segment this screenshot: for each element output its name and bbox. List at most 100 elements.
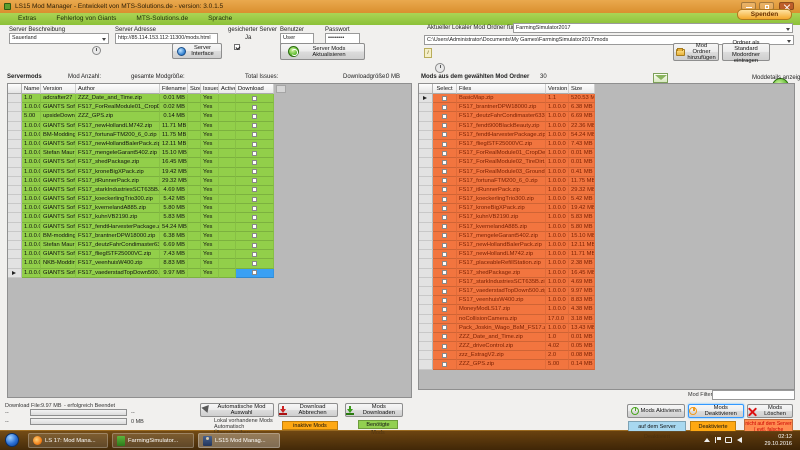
server-interface-button[interactable]: Server Interface: [172, 43, 222, 59]
select-checkbox[interactable]: [442, 114, 447, 119]
table-row[interactable]: FS17_fortunaFTM200_6_0.zip1.0.0.011.75 M…: [419, 177, 794, 186]
download-checkbox[interactable]: [252, 206, 257, 211]
table-row[interactable]: FS17_placeableRefillStation.zip1.0.0.02.…: [419, 259, 794, 268]
secured-server-checkbox[interactable]: [234, 44, 240, 50]
column-header[interactable]: Issues: [201, 84, 219, 94]
taskbar-item-game[interactable]: FarmingSimulator...: [112, 433, 194, 448]
table-row[interactable]: 1.0adcrafter27ZZZ_Date_and_Time.zip0.01 …: [8, 94, 411, 103]
table-row[interactable]: FS17_deutzFahrCondimaster6331.zip1.0.0.0…: [419, 112, 794, 121]
table-row[interactable]: 1.0.0.0GIANTS SoftwareFS17_kvernelandA88…: [8, 204, 411, 213]
delete-mods-button[interactable]: Mods Löschen: [747, 404, 793, 418]
deactivate-mods-button[interactable]: Mods Deaktivieren: [688, 404, 744, 418]
tray-expand-icon[interactable]: [704, 438, 710, 442]
table-row[interactable]: 1.0.0.0GIANTS SoftwareFS17_koeckerlingTr…: [8, 195, 411, 204]
select-checkbox[interactable]: [442, 325, 447, 330]
table-row[interactable]: 1.0.0.0GIANTS SoftwareFS17_fendtHarveste…: [8, 223, 411, 232]
column-header[interactable]: Select: [433, 84, 457, 94]
table-row[interactable]: FS17_kvernelandA885.zip1.0.0.05.80 MB: [419, 223, 794, 232]
game-select[interactable]: FarmingSimulator2017: [513, 23, 793, 33]
select-checkbox[interactable]: [442, 233, 447, 238]
download-checkbox[interactable]: [252, 261, 257, 266]
select-checkbox[interactable]: [442, 252, 447, 257]
table-row[interactable]: FS17_ForRealModule02_TireDirt.zip1.0.0.0…: [419, 158, 794, 167]
table-row[interactable]: 5.00upsideDownZZZ_GPS.zip0.14 MBYes: [8, 112, 411, 121]
start-button[interactable]: [5, 433, 19, 447]
table-row[interactable]: 1.0.0.0GIANTS SoftwareFS17_itRunnerPack.…: [8, 177, 411, 186]
table-row[interactable]: 1.0.0.0GIANTS SoftwareFS17_newHollandBal…: [8, 140, 411, 149]
table-row[interactable]: FS17_veenhuisW400.zip1.0.0.08.83 MB: [419, 296, 794, 305]
table-row[interactable]: FS17_newHollandLM742.zip1.0.0.011.71 MB: [419, 250, 794, 259]
select-checkbox[interactable]: [442, 224, 447, 229]
download-checkbox[interactable]: [252, 224, 257, 229]
table-row[interactable]: MoneyModLS17.zip1.0.0.04.38 MB: [419, 305, 794, 314]
download-checkbox[interactable]: [252, 123, 257, 128]
table-row[interactable]: zzz_EstragV2.zip2.00.08 MB: [419, 351, 794, 360]
update-server-mods-button[interactable]: Server Mods Aktualisieren: [280, 43, 365, 60]
cancel-download-button[interactable]: Download Abbrechen: [278, 403, 338, 417]
table-row[interactable]: Pack_Joskin_Wago_BsM_FS17.zip1.0.0.013.4…: [419, 324, 794, 333]
table-row[interactable]: FS17_shedPackage.zip1.0.0.016.45 MB: [419, 269, 794, 278]
table-row[interactable]: FS17_vaederstadTopDown500.zip1.0.0.09.97…: [419, 287, 794, 296]
download-checkbox[interactable]: [252, 114, 257, 119]
table-row[interactable]: ZZZ_Date_and_Time.zip1.00.01 MB: [419, 333, 794, 342]
select-checkbox[interactable]: [442, 307, 447, 312]
column-header[interactable]: Files: [457, 84, 546, 94]
select-checkbox[interactable]: [442, 206, 447, 211]
table-row[interactable]: 1.0.0.0Stefan MaurusFS17_mengeleGarant54…: [8, 149, 411, 158]
menu-item-sprache[interactable]: Sprache: [208, 13, 232, 25]
select-checkbox[interactable]: [442, 169, 447, 174]
select-checkbox[interactable]: [442, 105, 447, 110]
table-row[interactable]: 1.0.0.0GIANTS SoftwareFS17_kuhnVB2190.zi…: [8, 213, 411, 222]
mod-filter-input[interactable]: [712, 390, 795, 400]
select-checkbox[interactable]: [442, 261, 447, 266]
column-header[interactable]: Size: [188, 84, 201, 94]
column-header[interactable]: Download: [236, 84, 274, 94]
table-row[interactable]: FS17_kroneBigXPack.zip1.0.0.019.42 MB: [419, 204, 794, 213]
download-checkbox[interactable]: [252, 178, 257, 183]
column-header[interactable]: Filename: [160, 84, 188, 94]
select-checkbox[interactable]: [442, 197, 447, 202]
taskbar-clock[interactable]: 02:12 29.10.2016: [764, 434, 792, 448]
download-checkbox[interactable]: [252, 252, 257, 257]
table-row[interactable]: FS17_fendtHarvesterPackage.zip1.0.0.054.…: [419, 131, 794, 140]
table-row[interactable]: FS17_starkIndustriesSCT635B.zip1.0.0.04.…: [419, 278, 794, 287]
menu-item-mts[interactable]: MTS-Solutions.de: [136, 13, 188, 25]
set-default-folder-button[interactable]: Ordner als Standard Modordner eintragen: [722, 43, 770, 61]
table-row[interactable]: 1.0.0.0GIANTS SoftwareFS17_vaederstadTop…: [8, 269, 411, 278]
select-checkbox[interactable]: [442, 334, 447, 339]
select-checkbox[interactable]: [442, 123, 447, 128]
select-checkbox[interactable]: [442, 178, 447, 183]
table-row[interactable]: FS17_koeckerlingTrio300.zip1.0.0.05.42 M…: [419, 195, 794, 204]
column-header[interactable]: Active: [219, 84, 236, 94]
column-header[interactable]: Author: [76, 84, 160, 94]
table-row[interactable]: FS17_ForRealModule03_GroundResponse.zip1…: [419, 168, 794, 177]
table-row[interactable]: 1.0.0.0BM-ModdingFS17_fortunaFTM200_6_0.…: [8, 131, 411, 140]
select-checkbox[interactable]: [442, 160, 447, 165]
menu-item-fehlerlog[interactable]: Fehlerlog von Giants: [56, 13, 116, 25]
select-checkbox[interactable]: [442, 243, 447, 248]
column-header[interactable]: Version: [546, 84, 569, 94]
select-checkbox[interactable]: [442, 215, 447, 220]
download-checkbox[interactable]: [252, 197, 257, 202]
select-checkbox[interactable]: [442, 142, 447, 147]
select-checkbox[interactable]: [442, 344, 447, 349]
download-checkbox[interactable]: [252, 142, 257, 147]
table-row[interactable]: 1.0.0.0GIANTS SoftwareFS17_kroneBigXPack…: [8, 168, 411, 177]
download-checkbox[interactable]: [252, 96, 257, 101]
table-row[interactable]: noCollisionCamera.zip17.0.03.18 MB: [419, 315, 794, 324]
table-row[interactable]: FS17_kuhnVB2190.zip1.0.0.05.83 MB: [419, 213, 794, 222]
select-checkbox[interactable]: [442, 362, 447, 367]
download-checkbox[interactable]: [252, 215, 257, 220]
table-row[interactable]: ZZZ_GPS.zip5.000.14 MB: [419, 360, 794, 369]
spenden-button[interactable]: Spenden: [737, 9, 792, 20]
download-checkbox[interactable]: [252, 243, 257, 248]
table-row[interactable]: FS17_ForRealModule01_CropDestruction.zip…: [419, 149, 794, 158]
table-row[interactable]: FS17_flieglSTF25000VC.zip1.0.0.07.43 MB: [419, 140, 794, 149]
column-header[interactable]: Version: [41, 84, 76, 94]
download-checkbox[interactable]: [252, 151, 257, 156]
taskbar-item-modmanager[interactable]: LS15 Mod Manag...: [198, 433, 280, 448]
table-row[interactable]: 1.0.0.0GIANTS SoftwareFS17_starkIndustri…: [8, 186, 411, 195]
activate-mods-button[interactable]: Mods Aktivieren: [627, 404, 685, 418]
menu-item-extras[interactable]: Extras: [18, 13, 36, 25]
download-checkbox[interactable]: [252, 169, 257, 174]
